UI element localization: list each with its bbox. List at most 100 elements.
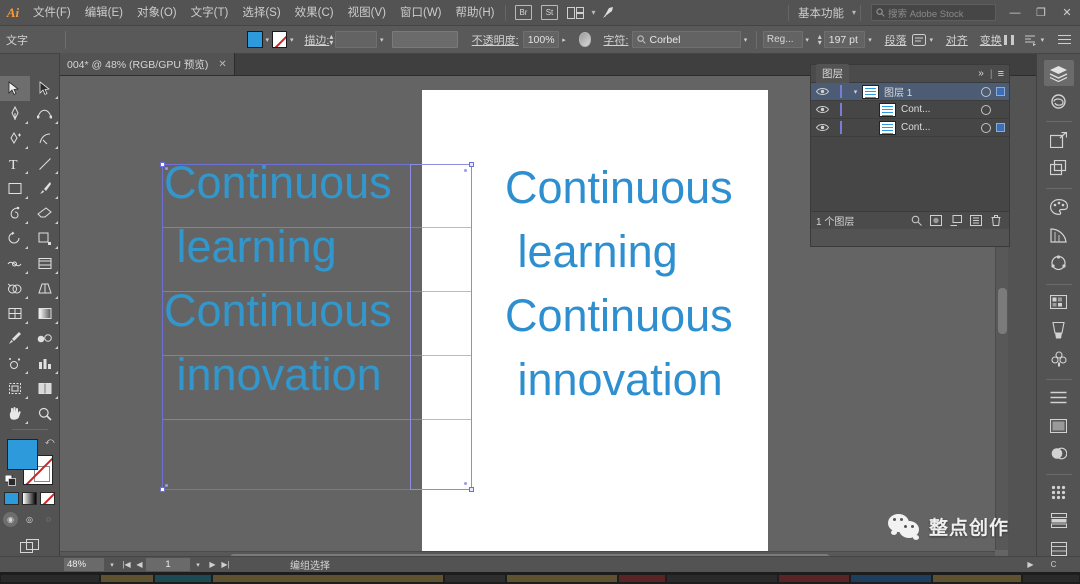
layer-visibility-icon[interactable] [811, 119, 833, 137]
perspective-grid-tool[interactable] [30, 276, 60, 301]
opacity-caret-icon[interactable]: ▸ [559, 31, 568, 48]
layer-name[interactable]: Cont... [901, 104, 981, 115]
artboard-caret-icon[interactable]: ▾ [190, 561, 206, 569]
create-new-layer-icon[interactable] [968, 214, 984, 228]
symbol-sprayer-tool[interactable] [0, 351, 30, 376]
minimize-button[interactable]: — [1002, 0, 1028, 26]
object-selection-box[interactable] [410, 162, 474, 492]
layer-selection-indicator[interactable] [996, 105, 1005, 114]
status-indicator-text[interactable]: 编组选择 [290, 557, 330, 572]
play-icon[interactable]: ▶ [1024, 560, 1037, 569]
column-graph-tool[interactable] [30, 351, 60, 376]
opacity-label[interactable]: 不透明度: [472, 32, 519, 48]
layer-visibility-icon[interactable] [811, 83, 833, 101]
layer-name[interactable]: Cont... [901, 122, 981, 133]
font-size-caret-icon[interactable]: ▾ [865, 31, 874, 48]
transparency-panel-icon[interactable] [1044, 441, 1074, 467]
layer-selection-indicator[interactable] [996, 87, 1005, 96]
color-guide-panel-icon[interactable] [1044, 222, 1074, 248]
gradient-tool[interactable] [30, 301, 60, 326]
fill-caret-icon[interactable]: ▾ [263, 31, 272, 48]
rotate-tool[interactable] [0, 226, 30, 251]
workspace-caret-icon[interactable]: ▾ [852, 8, 856, 17]
zoom-caret-icon[interactable]: ▾ [104, 561, 120, 569]
stroke-color-swatch[interactable] [271, 31, 288, 48]
blend-tool[interactable] [30, 326, 60, 351]
stock-search-input[interactable]: 搜索 Adobe Stock [871, 4, 996, 21]
stock-icon[interactable]: St [538, 3, 560, 23]
eraser-tool[interactable] [30, 201, 60, 226]
gradient-mode-button[interactable] [22, 492, 37, 505]
appearance-panel-icon[interactable] [1044, 385, 1074, 411]
symbols-panel-icon[interactable] [1044, 346, 1074, 372]
artboards-panel-icon[interactable] [1044, 155, 1074, 181]
workspace-switcher-label[interactable]: 基本功能 [793, 5, 849, 21]
layer-row-0[interactable]: ▾ 图层 1 [811, 83, 1009, 101]
first-page-icon[interactable]: |◀ [120, 560, 133, 569]
layer-lock-toggle[interactable] [833, 101, 849, 119]
stroke-weight-field[interactable] [335, 31, 378, 48]
color-panel-icon[interactable] [1044, 194, 1074, 220]
stroke-weight-label[interactable]: 描边: [304, 32, 329, 48]
text-wrap-icon[interactable] [1023, 31, 1038, 49]
layer-target-icon[interactable] [981, 86, 991, 97]
selection-handle-bl[interactable] [160, 487, 165, 492]
free-transform-tool[interactable] [30, 251, 60, 276]
curvature-tool[interactable] [30, 101, 60, 126]
character-label[interactable]: 字符: [603, 32, 628, 48]
next-page-icon[interactable]: ▶ [206, 560, 219, 569]
document-tab[interactable]: 004* @ 48% (RGB/GPU 预览) ✕ [60, 53, 235, 75]
font-family-caret-icon[interactable]: ▾ [741, 31, 750, 48]
arrange-caret-icon[interactable]: ▾ [591, 8, 595, 17]
fill-proxy-swatch[interactable] [6, 439, 38, 470]
menu-select[interactable]: 选择(S) [235, 0, 287, 26]
change-screen-mode-icon[interactable] [19, 539, 40, 557]
align-panel-icon[interactable] [1044, 480, 1074, 506]
layer-selection-indicator[interactable] [996, 123, 1005, 132]
swap-fill-stroke-icon[interactable]: ⤺ [45, 436, 55, 447]
arrange-documents-icon[interactable] [564, 3, 586, 23]
slice-tool[interactable] [30, 376, 60, 401]
layer-target-icon[interactable] [981, 122, 991, 133]
stroke-profile-field[interactable] [392, 31, 458, 48]
rocket-icon[interactable] [597, 3, 619, 23]
delete-selection-icon[interactable] [988, 214, 1004, 228]
brushes-panel-icon[interactable] [1044, 318, 1074, 344]
prev-page-icon[interactable]: ◀ [133, 560, 146, 569]
vertical-scroll-thumb[interactable] [998, 288, 1007, 334]
paintbrush-tool[interactable] [30, 176, 60, 201]
opacity-field[interactable]: 100% [522, 31, 560, 48]
menu-file[interactable]: 文件(F) [26, 0, 78, 26]
recolor-artwork-icon[interactable] [578, 32, 592, 47]
font-size-stepper-icon[interactable]: ▴ ▾ [818, 32, 822, 46]
control-panel-menu-icon[interactable] [1057, 31, 1072, 49]
draw-normal-button[interactable]: ◉ [3, 512, 18, 527]
menu-effect[interactable]: 效果(C) [288, 0, 341, 26]
selection-handle-br[interactable] [469, 487, 474, 492]
layer-row-2[interactable]: Cont... [811, 119, 1009, 137]
fill-color-swatch[interactable] [247, 31, 263, 48]
default-fill-stroke-icon[interactable] [4, 475, 16, 486]
layer-target-icon[interactable] [981, 104, 991, 115]
direct-selection-tool[interactable] [30, 76, 60, 101]
align-label[interactable]: 对齐 [946, 32, 968, 48]
stroke-caret-icon[interactable]: ▾ [287, 31, 296, 48]
layer-lock-toggle[interactable] [833, 83, 849, 101]
type-tool[interactable]: T [0, 151, 30, 176]
draw-behind-button[interactable]: ◎ [22, 512, 37, 527]
restore-button[interactable]: ❐ [1028, 0, 1054, 26]
hand-tool[interactable] [0, 401, 30, 426]
anchor-point-tool[interactable] [30, 126, 60, 151]
paragraph-align-icon[interactable] [912, 31, 927, 49]
last-page-icon[interactable]: ▶| [219, 560, 232, 569]
menu-view[interactable]: 视图(V) [341, 0, 393, 26]
menu-window[interactable]: 窗口(W) [393, 0, 449, 26]
selection-tool[interactable] [0, 76, 30, 101]
stroke-stepper-icon[interactable]: ▴ ▾ [329, 32, 333, 46]
add-anchor-point-tool[interactable] [0, 126, 30, 151]
layers-list[interactable]: ▾ 图层 1 Cont... Cont... [811, 83, 1009, 211]
pathfinder-panel-icon[interactable] [1044, 508, 1074, 534]
color-mode-button[interactable] [4, 492, 19, 505]
selection-handle-tr[interactable] [469, 162, 474, 167]
width-tool[interactable] [0, 251, 30, 276]
